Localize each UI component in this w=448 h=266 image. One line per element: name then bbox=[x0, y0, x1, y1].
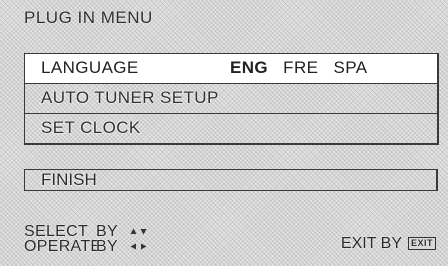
select-label: SELECT bbox=[24, 223, 89, 240]
language-option-eng[interactable]: ENG bbox=[230, 54, 268, 82]
menu-item-auto-tuner-setup[interactable]: AUTO TUNER SETUP bbox=[25, 84, 439, 114]
menu-item-label: AUTO TUNER SETUP bbox=[41, 88, 219, 107]
menu-item-set-clock[interactable]: SET CLOCK bbox=[25, 114, 439, 144]
left-right-arrows-icon bbox=[130, 243, 147, 250]
menu-item-label: LANGUAGE bbox=[41, 58, 139, 77]
up-down-arrows-icon bbox=[130, 228, 147, 235]
menu-item-label: SET CLOCK bbox=[41, 118, 141, 137]
operate-label: OPERATE bbox=[24, 238, 102, 255]
exit-key-icon: EXIT bbox=[407, 237, 436, 250]
help-select-row: SELECT BY bbox=[24, 223, 147, 240]
help-operate-row: OPERATE BY bbox=[24, 238, 147, 255]
language-option-fre[interactable]: FRE bbox=[283, 54, 318, 82]
by-label: BY bbox=[96, 238, 118, 255]
help-instructions: SELECT BY OPERATE BY bbox=[24, 223, 147, 255]
language-option-spa[interactable]: SPA bbox=[334, 54, 368, 82]
finish-button[interactable]: FINISH bbox=[24, 169, 438, 191]
language-options: ENG FRE SPA bbox=[230, 54, 377, 82]
by-label: BY bbox=[96, 223, 118, 240]
plug-in-menu: LANGUAGE ENG FRE SPA AUTO TUNER SETUP SE… bbox=[24, 53, 439, 145]
exit-label: EXIT BY bbox=[340, 235, 402, 252]
menu-title: PLUG IN MENU bbox=[24, 8, 153, 27]
exit-instruction: EXIT BY EXIT bbox=[340, 235, 436, 252]
menu-item-language[interactable]: LANGUAGE ENG FRE SPA bbox=[25, 54, 439, 84]
